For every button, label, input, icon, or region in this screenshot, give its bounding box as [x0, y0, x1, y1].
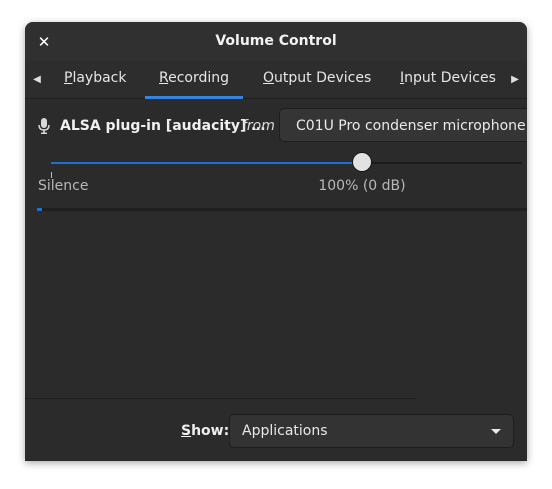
volume-level-label: 100% (0 dB): [318, 178, 406, 194]
peak-level-fill: [37, 208, 42, 211]
tab-playback-label: layback: [72, 70, 127, 86]
from-label: from: [242, 118, 275, 134]
window-title: Volume Control: [215, 33, 337, 49]
show-label-text: how:: [191, 423, 230, 439]
volume-slider-knob[interactable]: [351, 152, 372, 172]
tab-recording-mnemonic: R: [159, 70, 169, 86]
microphone-icon: [38, 118, 50, 134]
tab-output-label: utput Devices: [274, 70, 372, 86]
show-mnemonic: S: [181, 423, 192, 439]
volume-slider-track[interactable]: [51, 162, 522, 164]
tab-scroll-left-arrow-icon[interactable]: ◀: [25, 61, 49, 98]
input-device-selector[interactable]: C01U Pro condenser microphone Mono: [279, 108, 527, 142]
titlebar: Volume Control ✕: [25, 22, 527, 61]
tab-output-devices[interactable]: Output Devices: [263, 61, 371, 98]
show-filter-dropdown[interactable]: Applications: [229, 414, 514, 448]
recording-stream-row: ALSA plug-in [audacity] … from C01U Pro …: [25, 108, 527, 144]
chevron-down-icon: [491, 429, 501, 434]
tab-bar: ◀ Playback Recording Output Devices Inpu…: [25, 61, 527, 99]
tab-input-devices[interactable]: Input Devices: [400, 61, 496, 98]
tab-recording[interactable]: Recording: [144, 61, 244, 99]
volume-slider-fill: [51, 162, 362, 164]
close-icon: ✕: [37, 33, 51, 51]
show-label: Show:: [181, 414, 229, 448]
stream-app-name: ALSA plug-in [audacity] …: [60, 118, 266, 134]
tab-recording-label: ecording: [168, 70, 230, 86]
silence-label: Silence: [38, 178, 89, 194]
tab-playback[interactable]: Playback: [64, 61, 126, 98]
content-divider: [25, 398, 417, 399]
tab-output-mnemonic: O: [263, 70, 275, 86]
tab-scroll-right-arrow-icon[interactable]: ▶: [503, 61, 527, 98]
volume-control-window: Volume Control ✕ ◀ Playback Recording Ou…: [25, 22, 527, 461]
tab-input-label: nput Devices: [404, 70, 496, 86]
show-filter-value: Applications: [242, 423, 328, 439]
peak-level-meter: [37, 208, 527, 211]
close-button[interactable]: ✕: [33, 31, 55, 53]
